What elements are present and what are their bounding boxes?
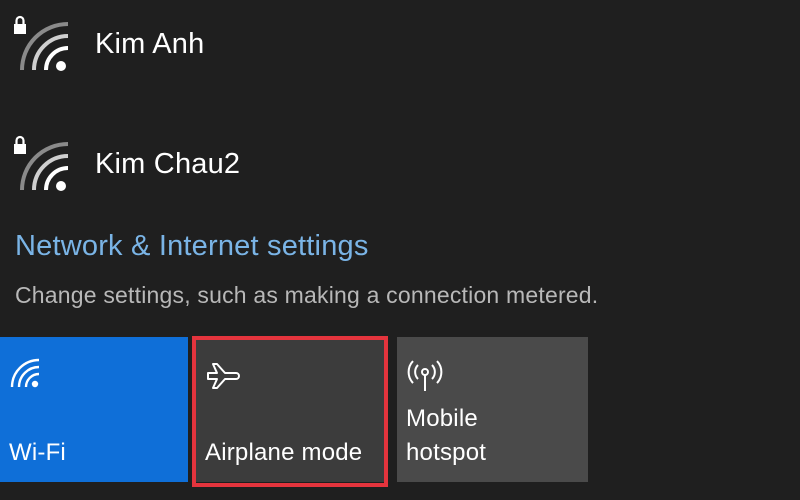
tile-label-line2: hotspot xyxy=(406,439,487,466)
network-name: Kim Chau2 xyxy=(95,148,241,180)
airplane-mode-tile[interactable]: Airplane mode xyxy=(196,337,387,482)
network-name: Kim Anh xyxy=(95,28,205,60)
tile-label: Mobile hotspot xyxy=(406,402,486,470)
tile-label: Wi-Fi xyxy=(9,439,66,466)
network-item-kim-chau2[interactable]: Kim Chau2 xyxy=(0,120,800,230)
wifi-secured-icon xyxy=(14,135,69,191)
network-item-kim-anh[interactable]: Kim Anh xyxy=(0,0,800,110)
wifi-secured-icon xyxy=(14,15,69,71)
tile-label-line1: Mobile xyxy=(406,405,478,432)
wifi-tile[interactable]: Wi-Fi xyxy=(0,337,188,482)
mobile-hotspot-icon xyxy=(407,360,443,391)
wifi-icon xyxy=(10,358,40,388)
tile-label: Airplane mode xyxy=(205,439,363,466)
network-internet-settings-link[interactable]: Network & Internet settings xyxy=(15,230,369,263)
airplane-icon xyxy=(207,363,240,389)
settings-description: Change settings, such as making a connec… xyxy=(15,282,599,308)
network-flyout: Kim Anh Kim Chau2 Network & Internet set… xyxy=(0,0,800,500)
mobile-hotspot-tile[interactable]: Mobile hotspot xyxy=(397,337,588,482)
